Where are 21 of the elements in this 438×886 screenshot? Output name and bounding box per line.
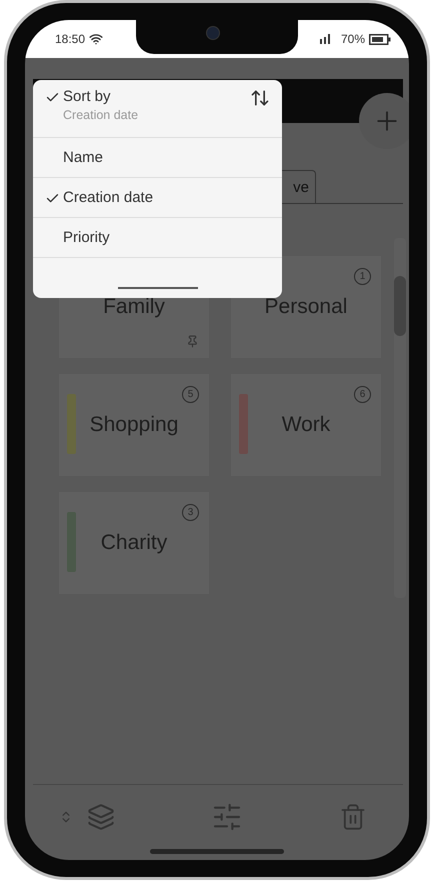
menu-title: Sort by xyxy=(63,88,112,105)
battery-icon xyxy=(369,34,391,44)
card-title: Charity xyxy=(100,531,168,555)
add-button[interactable] xyxy=(359,93,409,149)
battery-level: 70% xyxy=(340,32,365,46)
scrollbar[interactable] xyxy=(394,238,406,598)
sort-direction-button[interactable] xyxy=(250,88,270,108)
clock: 18:50 xyxy=(55,32,86,46)
card-title: Shopping xyxy=(90,413,178,437)
card-title: Family xyxy=(103,295,165,319)
card-title: Personal xyxy=(264,295,348,319)
delete-button[interactable] xyxy=(339,803,367,831)
camera-icon xyxy=(206,26,220,40)
signal-icon xyxy=(318,34,331,44)
filter-button[interactable] xyxy=(211,801,243,833)
wifi-icon xyxy=(89,32,104,46)
drag-handle[interactable] xyxy=(118,287,198,289)
scrollbar-thumb[interactable] xyxy=(394,276,406,336)
card-title: Work xyxy=(282,413,330,437)
layers-button[interactable] xyxy=(87,803,115,831)
menu-subtitle: Creation date xyxy=(63,108,140,122)
